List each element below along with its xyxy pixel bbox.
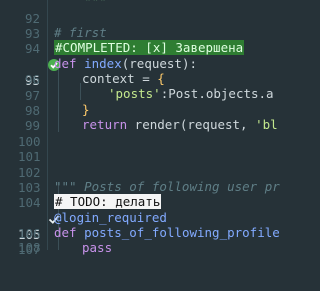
check-circle-icon[interactable] — [2, 40, 61, 71]
code-line[interactable]: 93 — [0, 9, 250, 41]
code-line[interactable]: 105 # TODO: делать — [0, 194, 250, 242]
def-keyword: def — [54, 225, 77, 240]
checkmark-icon[interactable] — [2, 194, 60, 224]
code-editor[interactable]: 92 """ 93 94 # first 95 #COMPLETED: [x] … — [0, 0, 280, 257]
operator: = — [134, 71, 158, 86]
todo-highlight: # TODO: делать — [54, 194, 162, 210]
code-line[interactable]: 101 — [0, 133, 250, 164]
completed-highlight: #COMPLETED: [x] Завершена — [54, 40, 245, 56]
code-line[interactable]: 108 pass — [0, 240, 250, 257]
code-line[interactable]: 98 'posts':Post.objects.a — [0, 86, 274, 118]
return-keyword: return — [82, 117, 128, 133]
code-line[interactable]: 99 } — [0, 101, 250, 134]
code-line[interactable]: 96 def index(request): — [0, 55, 250, 88]
code-text: (request): — [121, 55, 198, 71]
variable-name: context — [82, 71, 135, 86]
code-line[interactable]: 94 # first — [0, 24, 250, 57]
pass-keyword: pass — [82, 240, 113, 256]
code-line[interactable]: 103 — [0, 163, 250, 195]
brace: } — [82, 101, 90, 117]
code-text: :Post.objects.a — [160, 86, 274, 102]
todo-comment: # TODO: делать — [54, 194, 162, 211]
code-line[interactable]: 107 def posts_of_following_profile — [0, 225, 280, 257]
code-line[interactable]: 106 @login_required — [0, 209, 250, 242]
brace: { — [157, 71, 165, 86]
line-number: 108 — [18, 240, 41, 256]
function-name: posts_of_following_profile — [84, 225, 280, 240]
code-text: render(request, — [127, 117, 256, 133]
dict-key: 'posts' — [108, 86, 161, 102]
docstring-text: """ Posts of following user pr — [54, 178, 280, 194]
decorator: @login_required — [54, 209, 167, 225]
code-line[interactable]: 102 — [0, 148, 250, 180]
def-keyword: def — [54, 55, 77, 71]
code-line[interactable]: 100 return render(request, 'bl — [0, 117, 278, 149]
code-line[interactable]: 104 """ Posts of following user pr — [0, 179, 280, 211]
code-line[interactable]: 97 context = { — [0, 71, 250, 103]
function-name: index — [84, 55, 122, 71]
string-literal: 'bl — [255, 117, 278, 133]
completed-comment: #COMPLETED: [x] Завершена — [54, 40, 245, 57]
comment-text: # first — [54, 24, 107, 40]
code-line[interactable]: 95 #COMPLETED: [x] Завершена — [0, 40, 250, 88]
